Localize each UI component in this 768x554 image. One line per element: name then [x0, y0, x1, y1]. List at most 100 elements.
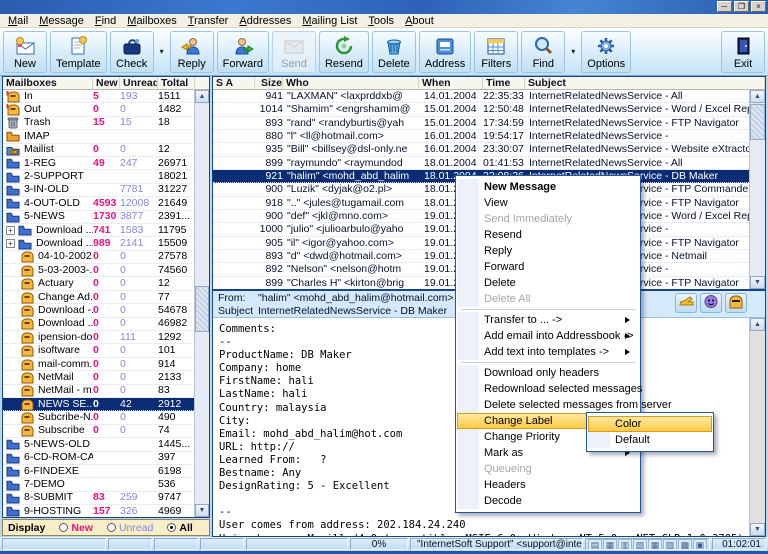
save-icon[interactable]: ▣ — [693, 539, 707, 550]
message-row[interactable]: 1014"Shamim" <engrshamim@15.01.200412:50… — [213, 103, 749, 116]
layout-grid-5-icon[interactable]: ▦ — [648, 539, 662, 550]
context-menu-item-add-email-into-addressbook[interactable]: Add email into Addressbook -> — [457, 328, 639, 344]
mailbox-row[interactable]: 2-SUPPORT18021 — [3, 170, 194, 183]
display-option-unread[interactable]: Unread — [107, 522, 153, 534]
forward-button[interactable]: Forward — [217, 31, 269, 73]
display-option-all[interactable]: All — [167, 522, 192, 534]
mailbox-row[interactable]: Mailist0012 — [3, 144, 194, 157]
layout-grid-6-icon[interactable]: ▨ — [663, 539, 677, 550]
layout-grid-3-icon[interactable]: ▥ — [618, 539, 632, 550]
context-menu-item-transfer-to[interactable]: Transfer to ... -> — [457, 312, 639, 328]
mailbox-row[interactable]: 8-SUBMIT832599747 — [3, 492, 194, 505]
mailbox-row[interactable]: Download -...0054678 — [3, 304, 194, 317]
message-row[interactable]: 935"Bill" <billsey@dsl-only.ne16.01.2004… — [213, 143, 749, 156]
scroll-up-icon[interactable]: ▲ — [750, 318, 765, 331]
message-list-column-header[interactable]: When — [419, 77, 483, 89]
message-list-scrollbar[interactable]: ▲ ▼ — [749, 90, 765, 289]
template-button[interactable]: Template — [50, 31, 107, 73]
mailbox-row[interactable]: 1-REG4924726971 — [3, 157, 194, 170]
scroll-down-icon[interactable]: ▼ — [750, 276, 765, 289]
message-list-column-header[interactable]: S A — [213, 77, 255, 89]
message-row[interactable]: 893"rand" <randyburtis@yah15.01.200417:3… — [213, 117, 749, 130]
mailbox-row[interactable]: Subcribe-N...00490 — [3, 411, 194, 424]
address-button[interactable]: Address — [419, 31, 471, 73]
mailbox-row[interactable]: 3-IN-OLD778131227 — [3, 184, 194, 197]
mailbox-row[interactable]: Out001482 — [3, 103, 194, 116]
mailbox-row[interactable]: 5-NEWS173038772391... — [3, 211, 194, 224]
menubar-item-message[interactable]: Message — [36, 15, 92, 27]
expand-plus-icon[interactable]: + — [6, 226, 15, 235]
new-button[interactable]: New — [3, 31, 47, 73]
context-menu-item-delete[interactable]: Delete — [457, 275, 639, 291]
context-menu-item-delete-selected-messages-from-server[interactable]: Delete selected messages from server — [457, 397, 639, 413]
message-list-column-header[interactable]: Size — [255, 77, 283, 89]
mailbox-row[interactable]: Actuary0012 — [3, 277, 194, 290]
mailbox-row[interactable]: ipension-do...01111292 — [3, 331, 194, 344]
close-button[interactable]: × — [751, 1, 766, 12]
resend-button[interactable]: Resend — [319, 31, 369, 73]
maximize-button[interactable]: ❐ — [734, 1, 749, 12]
message-list-column-header[interactable]: Subject — [525, 77, 765, 89]
menubar-item-mailing-list[interactable]: Mailing List — [299, 15, 365, 27]
message-row[interactable]: 899"raymundo" <raymundod18.01.200401:41:… — [213, 157, 749, 170]
mailbox-row[interactable]: Change Ad...0077 — [3, 291, 194, 304]
radio-icon[interactable] — [59, 523, 68, 532]
exit-button[interactable]: Exit — [721, 31, 765, 73]
mailbox-row[interactable]: Download ...0046982 — [3, 318, 194, 331]
layout-grid-4-icon[interactable]: ▧ — [633, 539, 647, 550]
mailbox-row[interactable]: 7-DEMO536 — [3, 478, 194, 491]
context-menu-item-headers[interactable]: Headers — [457, 477, 639, 493]
menubar-item-mailboxes[interactable]: Mailboxes — [124, 15, 185, 27]
find-button[interactable]: Find — [521, 31, 565, 73]
mailbox-row[interactable]: Trash151518 — [3, 117, 194, 130]
mailbox-row[interactable]: isoftware00101 — [3, 344, 194, 357]
message-row[interactable]: 880"l" <ll@hotmail.com>16.01.200419:54:1… — [213, 130, 749, 143]
options-button[interactable]: Options — [581, 31, 631, 73]
message-row[interactable]: 941"LAXMAN" <laxprddxb@14.01.200422:35:3… — [213, 90, 749, 103]
mailboxes-column-header[interactable]: Mailboxes — [3, 77, 93, 89]
context-menu-item-reply[interactable]: Reply — [457, 243, 639, 259]
mailboxes-scrollbar[interactable]: ▲ ▼ — [194, 90, 209, 517]
context-menu-item-new-message[interactable]: New Message — [457, 179, 639, 195]
scroll-down-icon[interactable]: ▼ — [750, 523, 765, 536]
mailbox-row[interactable]: 6-FINDEXE6198 — [3, 465, 194, 478]
chevron-down-icon[interactable]: ▾ — [568, 47, 578, 56]
mailbox-row[interactable]: IMAP — [3, 130, 194, 143]
mailbox-small-button[interactable] — [725, 293, 747, 313]
scroll-thumb[interactable] — [195, 286, 209, 332]
scroll-up-icon[interactable]: ▲ — [195, 90, 209, 103]
mailbox-row[interactable]: 4-OUT-OLD45931200821649 — [3, 197, 194, 210]
scroll-up-icon[interactable]: ▲ — [750, 90, 765, 103]
radio-icon[interactable] — [167, 523, 176, 532]
menubar-item-about[interactable]: About — [402, 15, 442, 27]
menubar-item-find[interactable]: Find — [92, 15, 124, 27]
mailbox-row[interactable]: In51931511 — [3, 90, 194, 103]
menubar-item-addresses[interactable]: Addresses — [236, 15, 299, 27]
mailbox-row[interactable]: 9-HOSTING1573264969 — [3, 505, 194, 517]
title-bar[interactable]: ─ ❐ × — [0, 0, 768, 14]
layout-grid-7-icon[interactable]: ▩ — [678, 539, 692, 550]
layout-grid-2-icon[interactable]: ▦ — [603, 539, 617, 550]
radio-icon[interactable] — [107, 523, 116, 532]
check-button[interactable]: Check — [110, 31, 154, 73]
mailbox-row[interactable]: mail-comm...00914 — [3, 358, 194, 371]
expand-plus-icon[interactable]: + — [6, 239, 15, 248]
display-option-new[interactable]: New — [59, 522, 93, 534]
delete-button[interactable]: Delete — [372, 31, 416, 73]
mailbox-row[interactable]: 5-03-2003-...0074560 — [3, 264, 194, 277]
mailbox-row[interactable]: 5-NEWS-OLD1445... — [3, 438, 194, 451]
scroll-thumb[interactable] — [750, 104, 765, 140]
menubar-item-transfer[interactable]: Transfer — [185, 15, 237, 27]
mailbox-row[interactable]: +Download ...741158311795 — [3, 224, 194, 237]
mailbox-row[interactable]: +Download ...989214115509 — [3, 237, 194, 250]
context-menu-item-add-text-into-templates[interactable]: Add text into templates -> — [457, 344, 639, 360]
context-menu-item-view[interactable]: View — [457, 195, 639, 211]
message-list-column-header[interactable]: Time — [483, 77, 525, 89]
submenu-item-default[interactable]: Default — [588, 432, 712, 448]
submenu-item-color[interactable]: Color — [588, 416, 712, 432]
mailboxes-column-header[interactable]: Unread — [120, 77, 158, 89]
filters-button[interactable]: Filters — [474, 31, 518, 73]
context-menu-item-resend[interactable]: Resend — [457, 227, 639, 243]
context-menu-item-decode[interactable]: Decode — [457, 493, 639, 509]
face-button[interactable] — [700, 293, 722, 313]
